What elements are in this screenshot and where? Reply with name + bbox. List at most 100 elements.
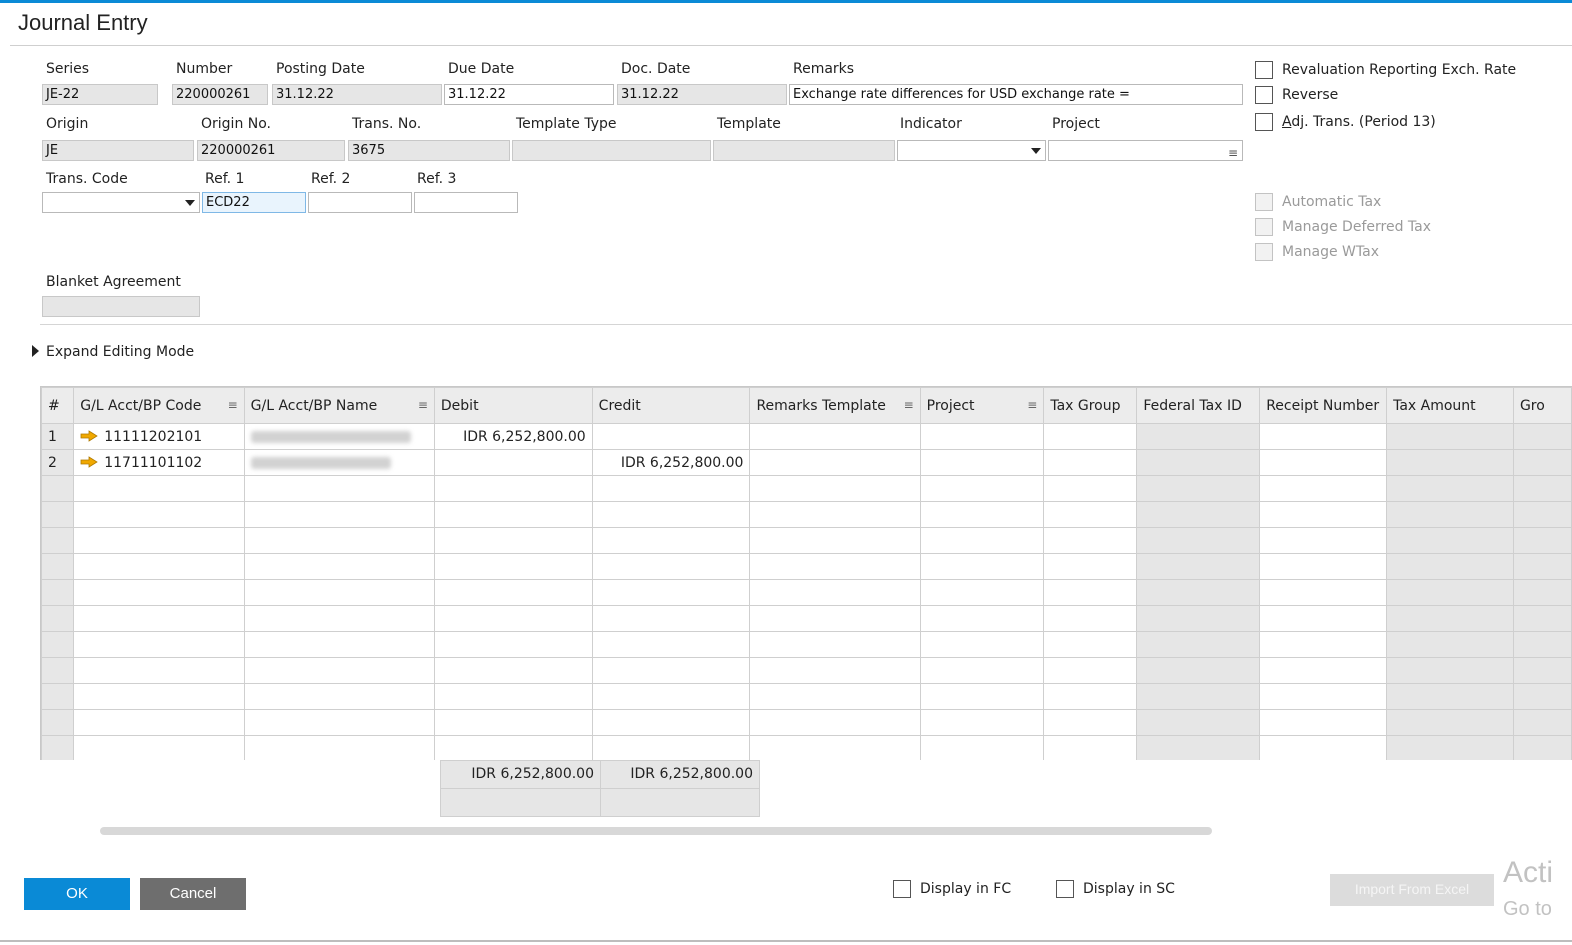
empty-cell[interactable] (919, 579, 1045, 606)
empty-cell[interactable] (591, 709, 751, 736)
gl-code-cell[interactable]: 11111202101 (73, 423, 245, 450)
col-header-receipt-number[interactable]: Receipt Number (1259, 387, 1388, 424)
automatic-tax-checkbox[interactable] (1255, 193, 1273, 211)
empty-cell[interactable] (243, 527, 435, 554)
empty-cell[interactable] (591, 605, 751, 632)
empty-cell[interactable] (433, 631, 593, 658)
empty-cell[interactable] (591, 579, 751, 606)
horizontal-scrollbar[interactable] (100, 827, 1212, 835)
empty-cell[interactable] (1043, 709, 1138, 736)
empty-cell[interactable] (243, 735, 435, 760)
table-row-empty[interactable] (41, 501, 1572, 528)
empty-cell[interactable] (433, 579, 593, 606)
trans-code-dropdown[interactable] (42, 192, 200, 213)
empty-cell[interactable] (749, 527, 921, 554)
indicator-dropdown[interactable] (897, 140, 1046, 161)
table-row-empty[interactable] (41, 631, 1572, 658)
empty-cell[interactable] (919, 683, 1045, 710)
empty-cell[interactable] (1043, 553, 1138, 580)
empty-cell[interactable] (433, 605, 593, 632)
empty-cell[interactable] (73, 709, 245, 736)
receipt-number-cell[interactable] (1259, 449, 1388, 476)
empty-cell[interactable] (73, 683, 245, 710)
empty-cell[interactable] (1259, 605, 1388, 632)
blanket-agreement-field[interactable] (42, 296, 200, 317)
empty-cell[interactable] (1259, 501, 1388, 528)
column-menu-icon[interactable]: ≡ (418, 398, 428, 412)
empty-cell[interactable] (73, 527, 245, 554)
col-header-gl-name[interactable]: G/L Acct/BP Name ≡ (243, 387, 435, 424)
empty-cell[interactable] (919, 735, 1045, 760)
empty-cell[interactable] (73, 501, 245, 528)
series-field[interactable]: JE-22 (42, 84, 158, 105)
empty-cell[interactable] (1043, 683, 1138, 710)
empty-cell[interactable] (73, 657, 245, 684)
empty-cell[interactable] (1043, 605, 1138, 632)
origin-field[interactable]: JE (42, 140, 194, 161)
col-header-tax-amount[interactable]: Tax Amount (1386, 387, 1514, 424)
table-row-empty[interactable] (41, 475, 1572, 502)
empty-cell[interactable] (591, 735, 751, 760)
reverse-checkbox[interactable] (1255, 86, 1273, 104)
empty-cell[interactable] (243, 709, 435, 736)
adj-trans-checkbox[interactable] (1255, 113, 1273, 131)
posting-date-field[interactable]: 31.12.22 (272, 84, 442, 105)
empty-cell[interactable] (243, 475, 435, 502)
col-header-gross[interactable]: Gro (1512, 387, 1572, 424)
empty-cell[interactable] (591, 657, 751, 684)
import-from-excel-button[interactable]: Import From Excel (1330, 874, 1494, 906)
empty-cell[interactable] (919, 631, 1045, 658)
empty-cell[interactable] (1043, 657, 1138, 684)
empty-cell[interactable] (749, 579, 921, 606)
col-header-federal-tax-id[interactable]: Federal Tax ID (1136, 387, 1261, 424)
template-type-field[interactable] (512, 140, 711, 161)
empty-cell[interactable] (749, 709, 921, 736)
empty-cell[interactable] (919, 553, 1045, 580)
empty-cell[interactable] (1259, 527, 1388, 554)
empty-cell[interactable] (1259, 709, 1388, 736)
row-number[interactable]: 2 (41, 449, 75, 476)
table-row-empty[interactable] (41, 735, 1572, 760)
empty-cell[interactable] (433, 527, 593, 554)
empty-cell[interactable] (749, 735, 921, 760)
empty-cell[interactable] (433, 709, 593, 736)
empty-cell[interactable] (73, 579, 245, 606)
empty-cell[interactable] (73, 553, 245, 580)
remarks-field[interactable]: Exchange rate differences for USD exchan… (789, 84, 1243, 105)
empty-cell[interactable] (243, 657, 435, 684)
col-header-credit[interactable]: Credit (591, 387, 751, 424)
empty-cell[interactable] (1259, 735, 1388, 760)
empty-cell[interactable] (919, 709, 1045, 736)
empty-cell[interactable] (243, 553, 435, 580)
remarks-template-cell[interactable] (749, 423, 921, 450)
column-menu-icon[interactable]: ≡ (228, 398, 238, 412)
doc-date-field[interactable]: 31.12.22 (617, 84, 787, 105)
remarks-template-cell[interactable] (749, 449, 921, 476)
empty-cell[interactable] (1259, 553, 1388, 580)
expand-editing-mode-toggle[interactable]: Expand Editing Mode (46, 344, 194, 360)
table-row-empty[interactable] (41, 709, 1572, 736)
table-row-empty[interactable] (41, 683, 1572, 710)
column-menu-icon[interactable]: ≡ (1027, 398, 1037, 412)
empty-cell[interactable] (1259, 475, 1388, 502)
template-field[interactable] (713, 140, 895, 161)
empty-cell[interactable] (591, 527, 751, 554)
cancel-button[interactable]: Cancel (140, 878, 246, 910)
expand-arrow-icon[interactable] (32, 345, 39, 357)
empty-cell[interactable] (1043, 631, 1138, 658)
number-field[interactable]: 220000261 (172, 84, 268, 105)
gl-name-cell[interactable] (243, 449, 435, 476)
col-header-num[interactable]: # (41, 387, 75, 424)
empty-cell[interactable] (1043, 475, 1138, 502)
gl-code-cell[interactable]: 11711101102 (73, 449, 245, 476)
empty-cell[interactable] (749, 475, 921, 502)
trans-no-field[interactable]: 3675 (348, 140, 510, 161)
table-row-empty[interactable] (41, 657, 1572, 684)
col-header-gl-code[interactable]: G/L Acct/BP Code ≡ (73, 387, 245, 424)
empty-cell[interactable] (591, 683, 751, 710)
ref3-field[interactable] (414, 192, 518, 213)
table-row[interactable]: 1 11111202101 IDR 6,252,800.00 (41, 423, 1572, 450)
col-header-debit[interactable]: Debit (433, 387, 593, 424)
empty-cell[interactable] (1259, 631, 1388, 658)
due-date-field[interactable]: 31.12.22 (444, 84, 614, 105)
